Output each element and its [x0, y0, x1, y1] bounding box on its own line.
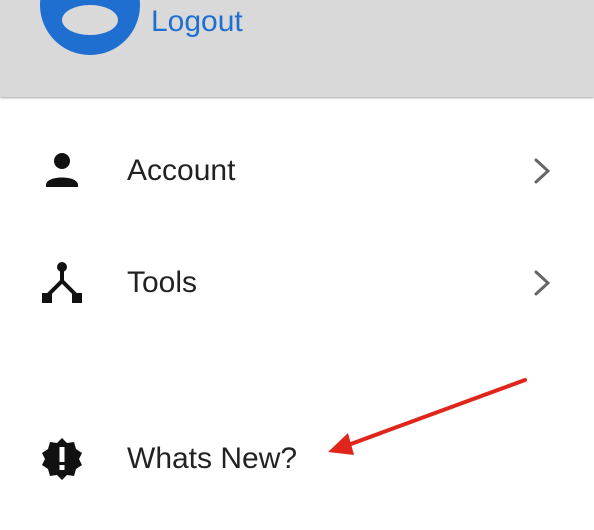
menu-item-whats-new[interactable]: Whats New?: [0, 420, 594, 500]
menu-item-label: Whats New?: [127, 442, 298, 475]
menu-item-label: Account: [127, 154, 236, 187]
menu-item-account[interactable]: Account: [0, 132, 594, 212]
chevron-right-icon: [530, 268, 554, 298]
menu-item-label: Tools: [127, 266, 198, 299]
fork-icon: [40, 261, 84, 305]
drawer-header: Logout: [0, 0, 594, 97]
avatar: [40, 0, 140, 55]
avatar-face: [62, 5, 118, 35]
logout-link[interactable]: Logout: [151, 2, 243, 42]
app-drawer: Logout Account Tools Whats New?: [0, 0, 594, 530]
chevron-right-icon: [530, 156, 554, 186]
menu-item-tools[interactable]: Tools: [0, 244, 594, 324]
alert-badge-icon: [40, 437, 84, 481]
person-icon: [40, 149, 84, 193]
